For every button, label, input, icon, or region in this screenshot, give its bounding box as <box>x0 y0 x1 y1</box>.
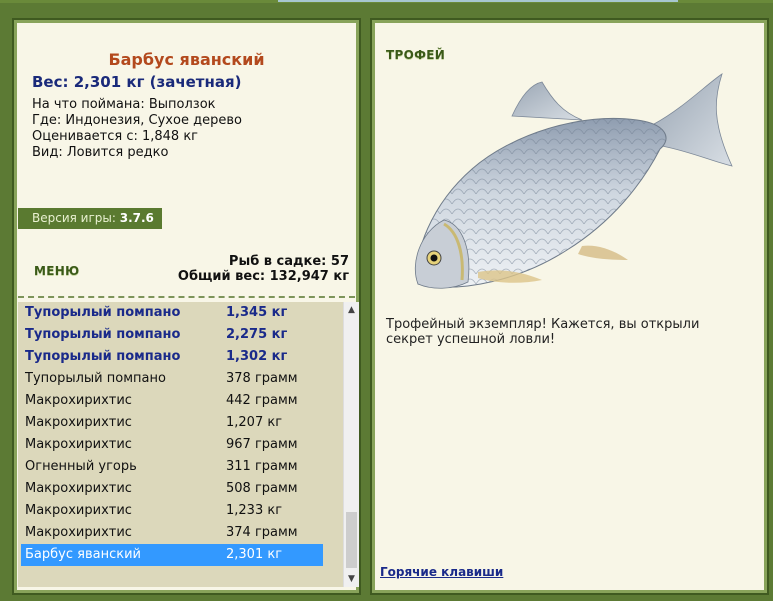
version-value: 3.7.6 <box>119 211 154 225</box>
catch-list[interactable]: Тупорылый помпано 1,345 кг Тупорылый помпа… <box>18 302 343 587</box>
hotkeys-link[interactable]: Горячие клавиши <box>380 565 503 579</box>
fish-count: Рыб в садке: 57 <box>228 254 349 269</box>
list-item-weight: 1,207 кг <box>226 415 283 430</box>
list-item-weight: 967 грамм <box>226 437 298 452</box>
list-item-weight: 378 грамм <box>226 371 298 386</box>
list-item-weight: 1,233 кг <box>226 503 283 518</box>
list-item-name: Макрохирихтис <box>25 525 132 540</box>
list-item-name: Макрохирихтис <box>25 503 132 518</box>
list-item[interactable]: Тупорылый помпано 1,302 кг <box>21 346 323 368</box>
list-item-name: Барбус яванский <box>25 547 141 562</box>
list-item[interactable]: Тупорылый помпано 378 грамм <box>21 368 323 390</box>
list-item-name: Тупорылый помпано <box>25 371 166 386</box>
trophy-panel: ТРОФЕЙ Трофейный экземпляр! Кажется, вы … <box>370 18 769 595</box>
fish-title: Барбус яванский <box>108 50 265 69</box>
list-item[interactable]: Макрохирихтис 1,207 кг <box>21 412 323 434</box>
list-item-name: Макрохирихтис <box>25 415 132 430</box>
catch-list-scrollbar[interactable]: ▲ ▼ <box>343 302 359 587</box>
list-item-weight: 442 грамм <box>226 393 298 408</box>
fish-image <box>414 73 733 289</box>
list-item-weight: 1,345 кг <box>226 305 288 320</box>
list-item-name: Тупорылый помпано <box>25 305 181 320</box>
scrollbar-thumb[interactable] <box>346 512 357 568</box>
list-item-weight: 311 грамм <box>226 459 298 474</box>
list-item[interactable]: Макрохирихтис 508 грамм <box>21 478 323 500</box>
catch-stats: Рыб в садке: 57 Общий вес: 132,947 кг <box>178 254 349 284</box>
list-item[interactable]: Тупорылый помпано 1,345 кг <box>21 302 323 324</box>
total-weight: Общий вес: 132,947 кг <box>177 269 349 284</box>
list-item-name: Макрохирихтис <box>25 481 132 496</box>
list-item[interactable]: Макрохирихтис 442 грамм <box>21 390 323 412</box>
fish-weight: Вес: 2,301 кг (зачетная) <box>32 73 242 91</box>
list-item[interactable]: Тупорылый помпано 2,275 кг <box>21 324 323 346</box>
list-item-weight: 508 грамм <box>226 481 298 496</box>
list-item[interactable]: Макрохирихтис 374 грамм <box>21 522 323 544</box>
list-item[interactable]: Макрохирихтис 967 грамм <box>21 434 323 456</box>
list-item-name: Тупорылый помпано <box>25 327 181 342</box>
dashed-divider <box>18 296 355 298</box>
game-version: Версия игры: 3.7.6 <box>18 208 162 229</box>
detail-location: Где: Индонезия, Сухое дерево <box>32 113 242 128</box>
list-item-name: Макрохирихтис <box>25 393 132 408</box>
list-item-weight: 374 грамм <box>226 525 298 540</box>
chevron-up-icon[interactable]: ▲ <box>344 302 359 318</box>
detail-min-weight: Оценивается с: 1,848 кг <box>32 129 199 144</box>
list-item-weight: 2,301 кг <box>226 547 283 562</box>
list-item-name: Огненный угорь <box>25 459 137 474</box>
detail-bait: На что поймана: Выползок <box>32 97 216 112</box>
list-item-weight: 2,275 кг <box>226 327 288 342</box>
list-item[interactable]: Макрохирихтис 1,233 кг <box>21 500 323 522</box>
trophy-message: Трофейный экземпляр! Кажется, вы открыли… <box>386 317 700 347</box>
fish-info-panel: Барбус яванский Вес: 2,301 кг (зачетная)… <box>12 18 361 595</box>
version-label: Версия игры: <box>32 211 116 225</box>
menu-button[interactable]: МЕНЮ <box>34 264 79 278</box>
chevron-down-icon[interactable]: ▼ <box>344 571 359 587</box>
list-item-name: Тупорылый помпано <box>25 349 181 364</box>
list-item-name: Макрохирихтис <box>25 437 132 452</box>
window-top-highlight <box>278 0 678 2</box>
detail-rarity: Вид: Ловится редко <box>32 145 169 160</box>
list-item[interactable]: Барбус яванский 2,301 кг <box>21 544 323 566</box>
list-item[interactable]: Огненный угорь 311 грамм <box>21 456 323 478</box>
list-item-weight: 1,302 кг <box>226 349 288 364</box>
